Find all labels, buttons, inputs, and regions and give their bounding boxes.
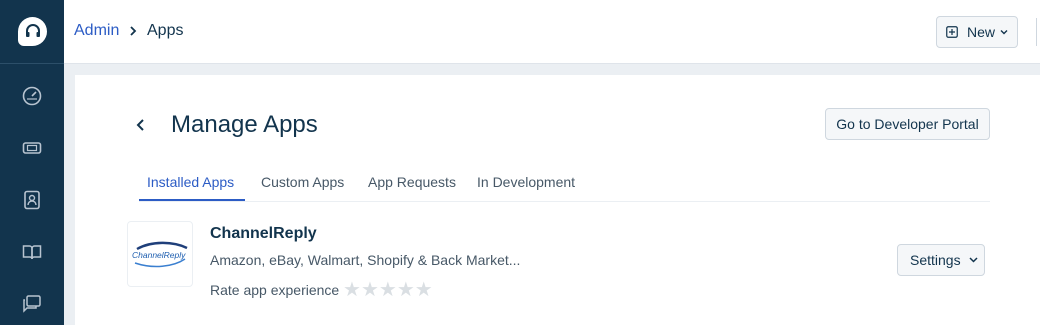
knowledge-base-icon[interactable] [20, 240, 44, 264]
tab-custom-apps[interactable]: Custom Apps [261, 174, 344, 190]
breadcrumb-current: Apps [147, 22, 184, 39]
sidebar-divider [0, 63, 64, 64]
manage-apps-card: Manage Apps Go to Developer Portal Insta… [75, 75, 1040, 325]
settings-button-label: Settings [910, 252, 961, 268]
page-title: Manage Apps [171, 111, 318, 138]
header-divider [1036, 18, 1037, 46]
channelreply-logo: ChannelReply [127, 221, 193, 287]
tab-installed-apps[interactable]: Installed Apps [147, 174, 234, 190]
tickets-icon[interactable] [20, 136, 44, 160]
star-icon[interactable]: ★ [361, 279, 379, 301]
star-icon[interactable]: ★ [343, 279, 361, 301]
star-icon[interactable]: ★ [397, 279, 415, 301]
chevron-down-icon [1000, 30, 1008, 35]
active-tab-indicator [139, 199, 245, 201]
tab-app-requests[interactable]: App Requests [368, 174, 456, 190]
conversations-icon[interactable] [20, 292, 44, 316]
app-name: ChannelReply [210, 225, 317, 242]
app-description: Amazon, eBay, Walmart, Shopify & Back Ma… [210, 252, 521, 268]
new-button-label: New [967, 24, 996, 40]
star-rating[interactable]: ★★★★★ [343, 277, 433, 302]
tab-in-development[interactable]: In Development [477, 174, 575, 190]
developer-portal-button[interactable]: Go to Developer Portal [825, 108, 990, 140]
chevron-down-icon [969, 257, 978, 263]
contacts-icon[interactable] [20, 188, 44, 212]
chevron-right-icon [128, 24, 138, 42]
sidebar [0, 0, 64, 325]
helpdesk-logo-icon[interactable] [18, 17, 47, 46]
plus-square-icon [946, 26, 958, 38]
back-arrow-icon[interactable] [133, 117, 149, 133]
new-button[interactable]: New [936, 16, 1018, 48]
rate-app-label: Rate app experience [210, 282, 340, 298]
apps-tabs: Installed Apps Custom Apps App Requests … [139, 162, 990, 202]
breadcrumb-admin-link[interactable]: Admin [74, 22, 119, 40]
logo-wordmark: ChannelReply [132, 250, 186, 260]
dashboard-icon[interactable] [20, 84, 44, 108]
settings-button[interactable]: Settings [897, 244, 985, 276]
star-icon[interactable]: ★ [415, 279, 433, 301]
star-icon[interactable]: ★ [379, 279, 397, 301]
top-header: Admin Apps New [64, 0, 1040, 64]
